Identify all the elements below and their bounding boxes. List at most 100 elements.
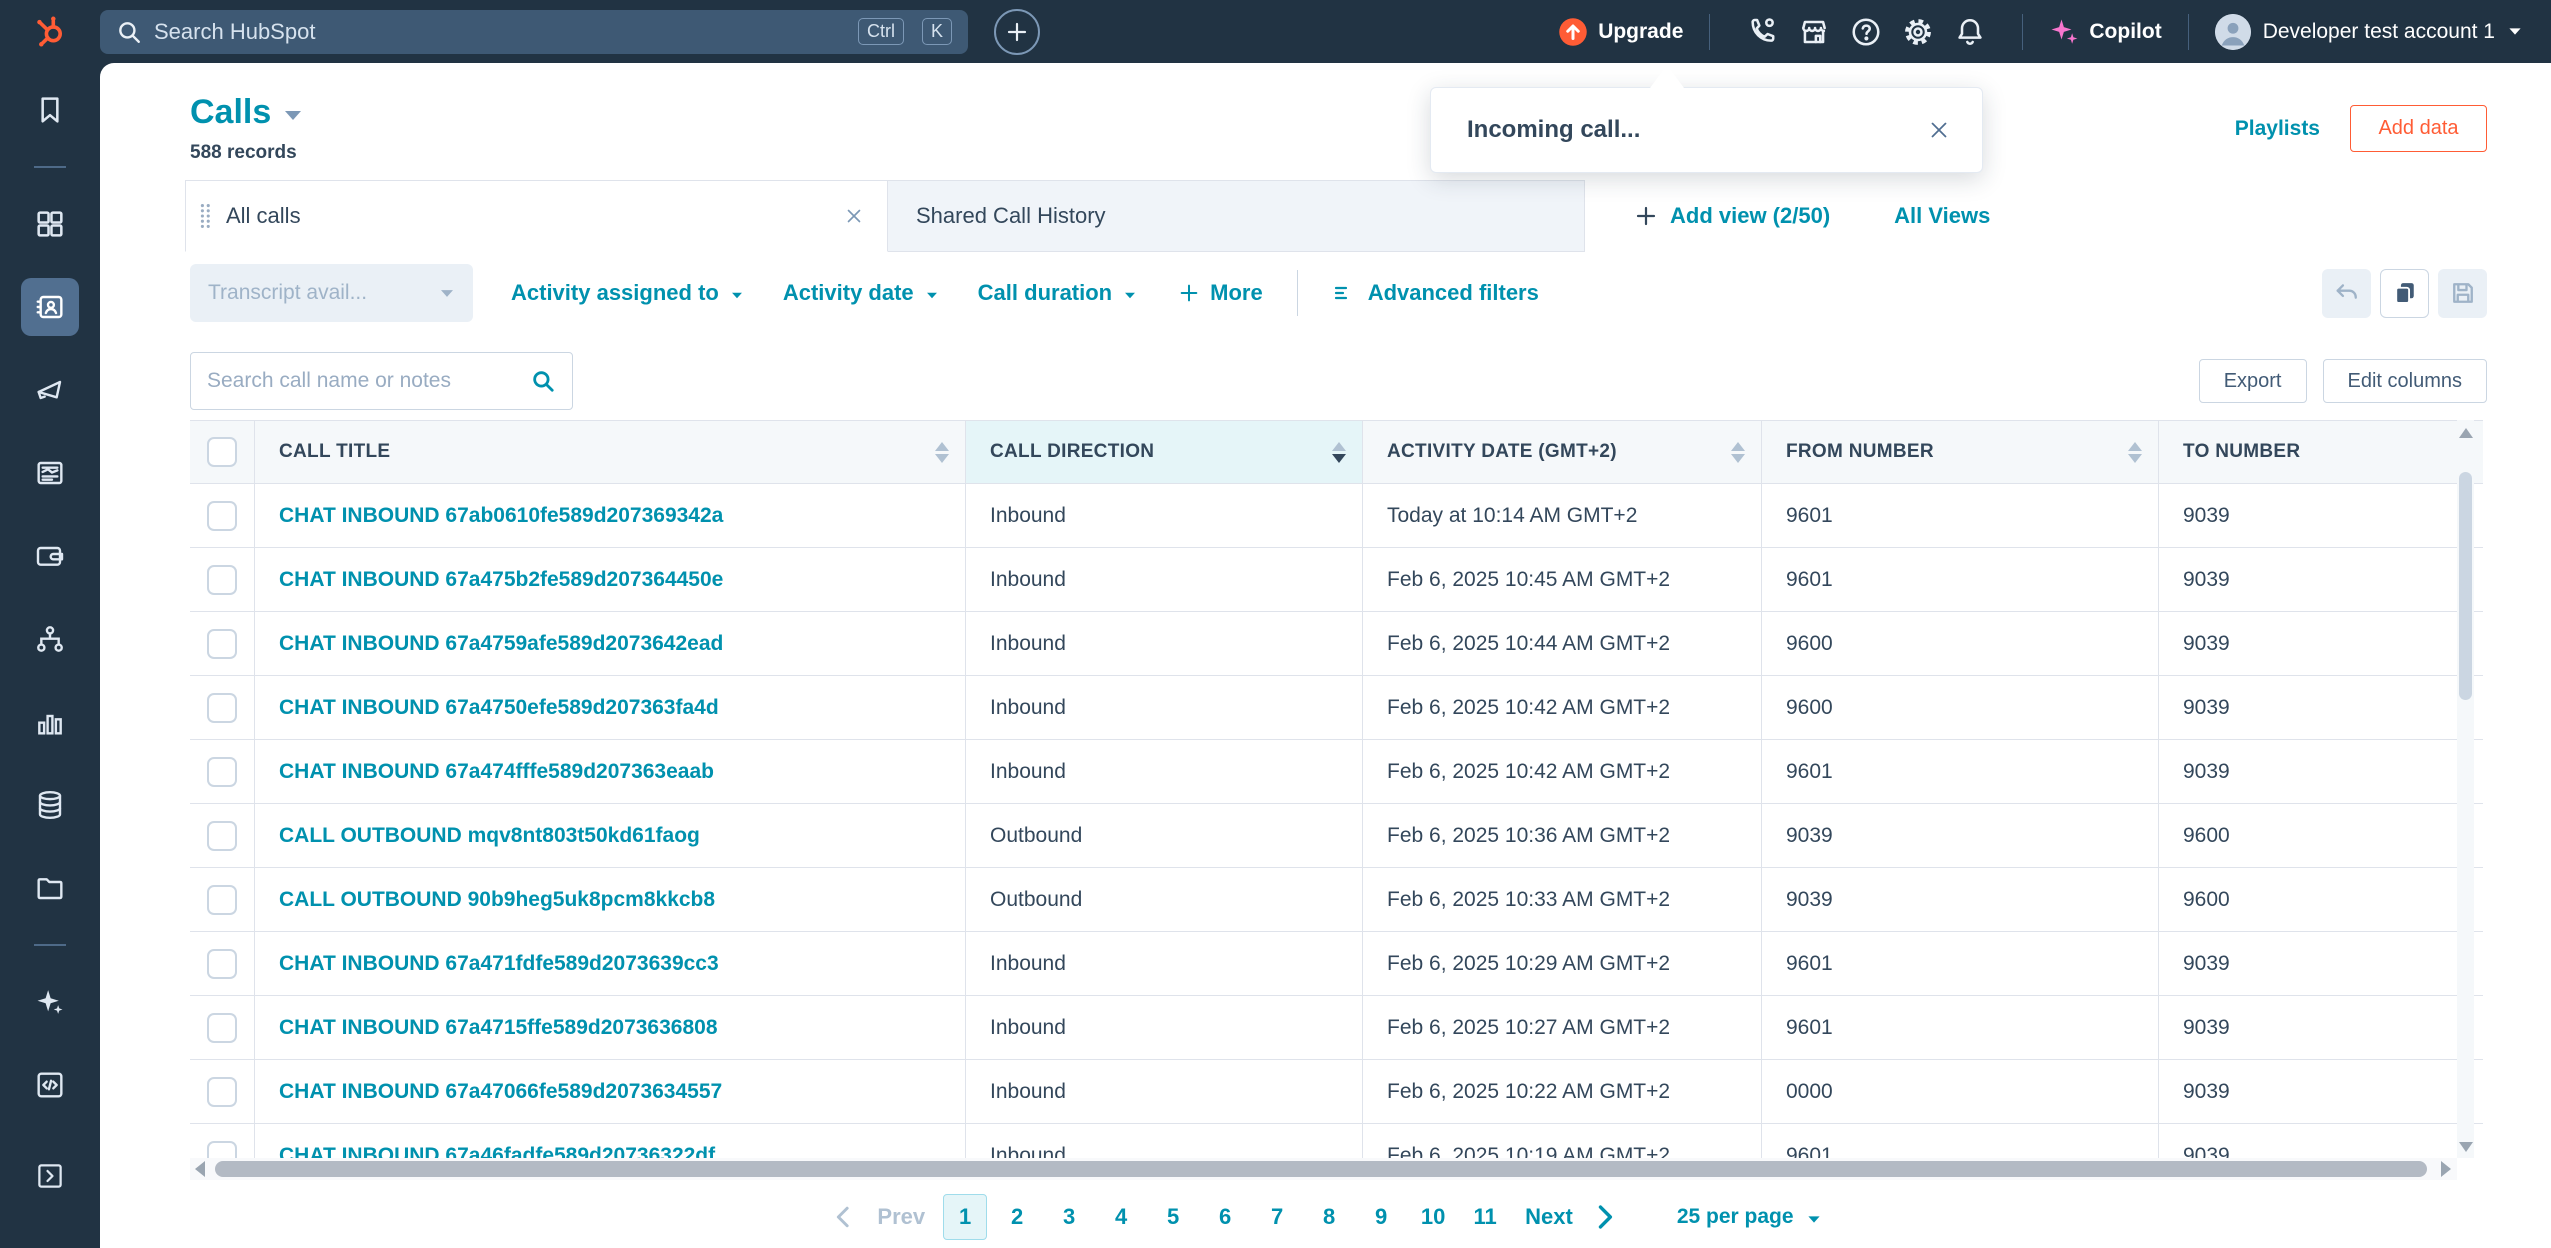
copilot-button[interactable]: Copilot	[2049, 17, 2161, 47]
call-title-link[interactable]: CHAT INBOUND 67a4715ffe589d2073636808	[279, 1016, 718, 1040]
vertical-scrollbar-thumb[interactable]	[2459, 472, 2472, 700]
page-button-3[interactable]: 3	[1047, 1194, 1091, 1240]
call-title-link[interactable]: CALL OUTBOUND mqv8nt803t50kd61faog	[279, 824, 700, 848]
quick-create-button[interactable]	[994, 9, 1040, 55]
more-filters-button[interactable]: More	[1178, 280, 1263, 306]
page-button-6[interactable]: 6	[1203, 1194, 1247, 1240]
call-title-link[interactable]: CHAT INBOUND 67a471fdfe589d2073639cc3	[279, 952, 719, 976]
filter-activity-date[interactable]: Activity date	[783, 280, 940, 306]
call-title-link[interactable]: CHAT INBOUND 67a4759afe589d2073642ead	[279, 632, 723, 656]
call-title-link[interactable]: CHAT INBOUND 67ab0610fe589d207369342a	[279, 504, 723, 528]
page-button-5[interactable]: 5	[1151, 1194, 1195, 1240]
close-icon[interactable]	[1926, 117, 1952, 143]
call-title-link[interactable]: CHAT INBOUND 67a46fadfe589d20736322df	[279, 1144, 715, 1159]
edit-columns-button[interactable]: Edit columns	[2323, 359, 2488, 403]
next-page-chevron-icon[interactable]	[1587, 1200, 1621, 1234]
horizontal-scrollbar-thumb[interactable]	[215, 1161, 2427, 1177]
row-checkbox[interactable]	[190, 612, 255, 675]
call-search-input[interactable]	[207, 369, 522, 393]
call-title-link[interactable]: CHAT INBOUND 67a47066fe589d2073634557	[279, 1080, 722, 1104]
sort-icon[interactable]	[935, 442, 949, 463]
row-checkbox[interactable]	[190, 548, 255, 611]
row-checkbox[interactable]	[190, 868, 255, 931]
sidebar-item-content[interactable]	[21, 444, 79, 502]
sidebar-item-data-management[interactable]	[21, 776, 79, 834]
row-checkbox[interactable]	[190, 676, 255, 739]
column-header-call-title[interactable]: CALL TITLE	[255, 421, 966, 483]
sidebar-item-crm[interactable]	[21, 278, 79, 336]
row-checkbox[interactable]	[190, 996, 255, 1059]
column-header-to-number[interactable]: TO NUMBER	[2159, 421, 2483, 483]
sidebar-item-automations[interactable]	[21, 610, 79, 668]
page-button-2[interactable]: 2	[995, 1194, 1039, 1240]
call-title-link[interactable]: CHAT INBOUND 67a4750efe589d207363fa4d	[279, 696, 719, 720]
sidebar-expand-toggle[interactable]	[21, 1147, 79, 1205]
page-button-11[interactable]: 11	[1463, 1194, 1507, 1240]
sort-icon[interactable]	[1332, 442, 1346, 463]
horizontal-scrollbar[interactable]	[190, 1158, 2457, 1180]
per-page-selector[interactable]: 25 per page	[1677, 1205, 1822, 1229]
sort-icon[interactable]	[2128, 442, 2142, 463]
sidebar-item-commerce[interactable]	[21, 527, 79, 585]
column-header-call-direction[interactable]: CALL DIRECTION	[966, 421, 1363, 483]
call-title-link[interactable]: CHAT INBOUND 67a475b2fe589d207364450e	[279, 568, 723, 592]
settings-button[interactable]	[1892, 6, 1944, 58]
close-icon[interactable]	[843, 205, 865, 227]
column-header-from-number[interactable]: FROM NUMBER	[1762, 421, 2159, 483]
page-button-1[interactable]: 1	[943, 1194, 987, 1240]
vertical-scrollbar[interactable]	[2457, 420, 2474, 1158]
page-button-4[interactable]: 4	[1099, 1194, 1143, 1240]
marketplace-button[interactable]	[1788, 6, 1840, 58]
tab-all-calls[interactable]: All calls	[185, 180, 888, 252]
sidebar-item-library[interactable]	[21, 859, 79, 917]
scroll-right-arrow-icon[interactable]	[2441, 1161, 2451, 1177]
tab-shared-call-history[interactable]: Shared Call History	[888, 180, 1585, 252]
page-button-7[interactable]: 7	[1255, 1194, 1299, 1240]
row-checkbox[interactable]	[190, 740, 255, 803]
sidebar-item-marketing[interactable]	[21, 361, 79, 419]
add-view-button[interactable]: Add view (2/50)	[1634, 180, 1830, 252]
sidebar-item-reporting[interactable]	[21, 693, 79, 751]
search-icon[interactable]	[530, 368, 556, 394]
object-type-selector[interactable]: Calls	[190, 93, 301, 132]
sidebar-item-workspaces[interactable]	[21, 195, 79, 253]
scroll-down-arrow-icon[interactable]	[2459, 1142, 2473, 1152]
sidebar-item-bookmarks[interactable]	[21, 81, 79, 139]
advanced-filters-button[interactable]: Advanced filters	[1332, 280, 1539, 306]
calling-button[interactable]	[1736, 6, 1788, 58]
column-header-activity-date[interactable]: ACTIVITY DATE (GMT+2)	[1363, 421, 1762, 483]
account-menu[interactable]: Developer test account 1	[2215, 14, 2523, 50]
global-search[interactable]: Ctrl K	[100, 10, 968, 54]
add-data-button[interactable]: Add data	[2350, 105, 2487, 152]
row-checkbox[interactable]	[190, 1124, 255, 1158]
global-search-input[interactable]	[154, 19, 846, 45]
clone-view-button[interactable]	[2380, 269, 2429, 318]
scroll-up-arrow-icon[interactable]	[2459, 428, 2473, 438]
filter-call-duration[interactable]: Call duration	[978, 280, 1138, 306]
page-button-10[interactable]: 10	[1411, 1194, 1455, 1240]
playlists-link[interactable]: Playlists	[2235, 117, 2320, 141]
row-checkbox[interactable]	[190, 484, 255, 547]
row-checkbox[interactable]	[190, 804, 255, 867]
drag-handle-icon[interactable]	[198, 203, 212, 229]
notifications-button[interactable]	[1944, 6, 1996, 58]
sidebar-item-ai[interactable]	[21, 973, 79, 1031]
sidebar-item-developer[interactable]	[21, 1056, 79, 1114]
sort-icon[interactable]	[1731, 442, 1745, 463]
row-checkbox[interactable]	[190, 1060, 255, 1123]
filter-activity-assigned-to[interactable]: Activity assigned to	[511, 280, 745, 306]
help-button[interactable]	[1840, 6, 1892, 58]
hubspot-logo[interactable]	[0, 14, 100, 50]
scroll-left-arrow-icon[interactable]	[195, 1161, 205, 1177]
call-search-box[interactable]	[190, 352, 573, 410]
row-checkbox[interactable]	[190, 932, 255, 995]
next-page-button[interactable]: Next	[1525, 1204, 1573, 1230]
call-title-link[interactable]: CALL OUTBOUND 90b9heg5uk8pcm8kkcb8	[279, 888, 715, 912]
call-title-link[interactable]: CHAT INBOUND 67a474fffe589d207363eaab	[279, 760, 714, 784]
all-views-link[interactable]: All Views	[1894, 180, 1990, 252]
select-all-checkbox[interactable]	[190, 421, 255, 483]
upgrade-button[interactable]: Upgrade	[1558, 17, 1683, 47]
export-button[interactable]: Export	[2199, 359, 2307, 403]
page-button-8[interactable]: 8	[1307, 1194, 1351, 1240]
page-button-9[interactable]: 9	[1359, 1194, 1403, 1240]
